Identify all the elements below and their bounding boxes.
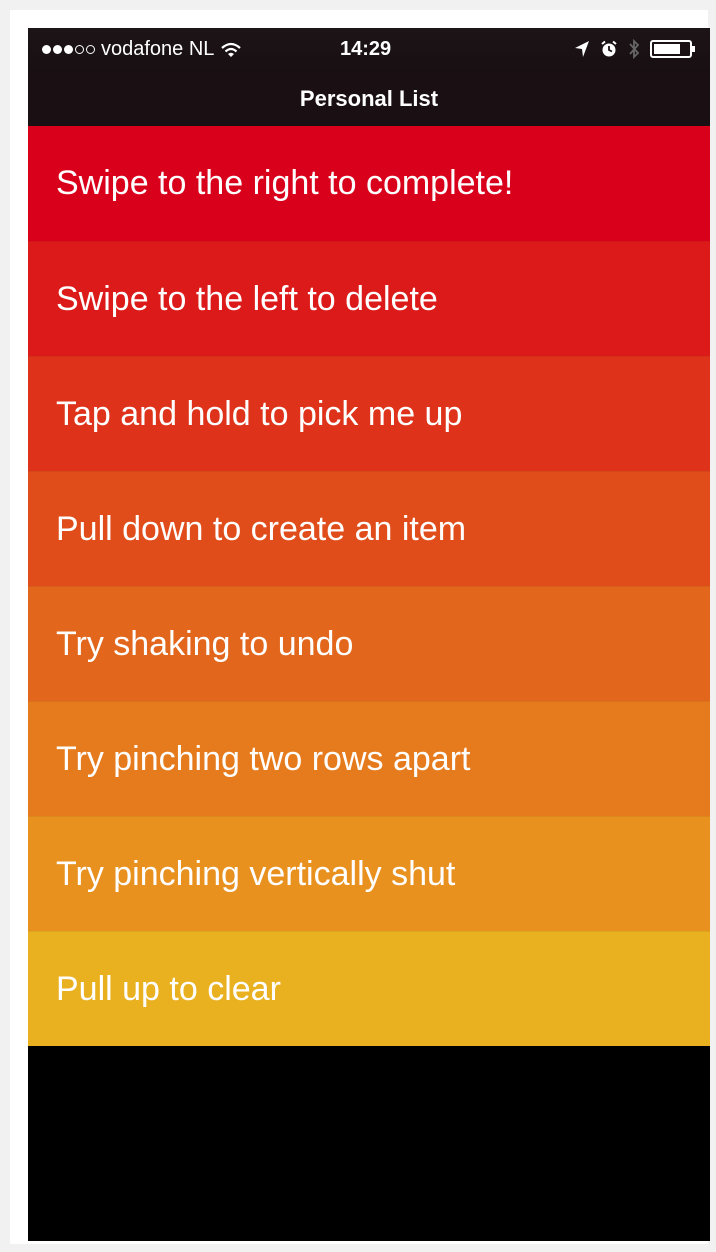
list-item-label: Swipe to the left to delete xyxy=(56,279,438,318)
status-bar: vodafone NL 14:29 xyxy=(28,28,710,72)
list-item[interactable]: Try pinching vertically shut xyxy=(28,816,710,931)
list-item-label: Try shaking to undo xyxy=(56,624,354,663)
list-item[interactable]: Pull up to clear xyxy=(28,931,710,1046)
status-left: vodafone NL xyxy=(42,38,242,61)
empty-list-area[interactable] xyxy=(28,1046,710,1241)
carrier-name: vodafone NL xyxy=(101,38,215,60)
list-item-label: Pull up to clear xyxy=(56,969,281,1008)
list-item-label: Try pinching vertically shut xyxy=(56,854,456,893)
list-item-label: Swipe to the right to complete! xyxy=(56,164,514,202)
wifi-icon xyxy=(220,41,242,59)
list-item[interactable]: Try shaking to undo xyxy=(28,586,710,701)
battery-icon xyxy=(650,40,696,64)
list-item-label: Try pinching two rows apart xyxy=(56,739,471,778)
todo-list: Swipe to the right to complete! Swipe to… xyxy=(28,126,710,1046)
list-item-label: Tap and hold to pick me up xyxy=(56,394,463,433)
status-time: 14:29 xyxy=(340,38,392,60)
page-title: Personal List xyxy=(299,86,439,111)
alarm-icon xyxy=(600,40,618,64)
signal-dot xyxy=(86,45,95,54)
list-item[interactable]: Swipe to the right to complete! xyxy=(28,126,710,241)
bluetooth-icon xyxy=(628,38,640,65)
list-item[interactable]: Tap and hold to pick me up xyxy=(28,356,710,471)
list-item[interactable]: Try pinching two rows apart xyxy=(28,701,710,816)
status-right xyxy=(574,38,696,65)
signal-dot xyxy=(42,45,51,54)
signal-dot xyxy=(64,45,73,54)
list-item-label: Pull down to create an item xyxy=(56,509,467,548)
signal-dot xyxy=(75,45,84,54)
phone-screen: vodafone NL 14:29 Personal List Swipe to… xyxy=(28,28,710,1241)
list-item[interactable]: Pull down to create an item xyxy=(28,471,710,586)
list-item[interactable]: Swipe to the left to delete xyxy=(28,241,710,356)
signal-dot xyxy=(53,45,62,54)
location-arrow-icon xyxy=(574,40,590,64)
navigation-bar: Personal List xyxy=(28,72,710,126)
signal-strength-icon xyxy=(42,45,95,54)
